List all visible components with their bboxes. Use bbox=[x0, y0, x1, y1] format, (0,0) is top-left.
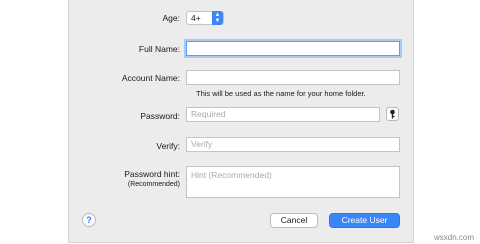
verify-input[interactable]: Verify bbox=[186, 137, 400, 152]
create-user-button[interactable]: Create User bbox=[329, 213, 400, 228]
age-select[interactable]: 4+ ▲ ▼ bbox=[186, 11, 224, 25]
account-name-label: Account Name: bbox=[121, 73, 180, 83]
cancel-button[interactable]: Cancel bbox=[270, 213, 318, 228]
password-assistant-button[interactable] bbox=[386, 107, 399, 121]
account-name-input[interactable] bbox=[186, 70, 400, 85]
hint-label: Password hint: bbox=[124, 169, 180, 179]
watermark: wsxdn.com bbox=[433, 233, 474, 242]
verify-label: Verify: bbox=[156, 141, 180, 151]
hint-sublabel: (Recommended) bbox=[127, 181, 180, 188]
age-label: Age: bbox=[162, 13, 181, 23]
key-icon bbox=[390, 109, 395, 119]
help-button[interactable]: ? bbox=[82, 213, 96, 227]
hint-input[interactable]: Hint (Recommended) bbox=[186, 166, 400, 198]
full-name-label: Full Name: bbox=[138, 44, 180, 54]
password-label: Password: bbox=[140, 111, 180, 121]
password-input[interactable]: Required bbox=[186, 107, 380, 122]
chevron-up-down-icon: ▲ ▼ bbox=[212, 11, 223, 25]
account-name-note: This will be used as the name for your h… bbox=[196, 89, 366, 98]
age-value: 4+ bbox=[191, 13, 201, 23]
full-name-input[interactable] bbox=[186, 41, 400, 56]
